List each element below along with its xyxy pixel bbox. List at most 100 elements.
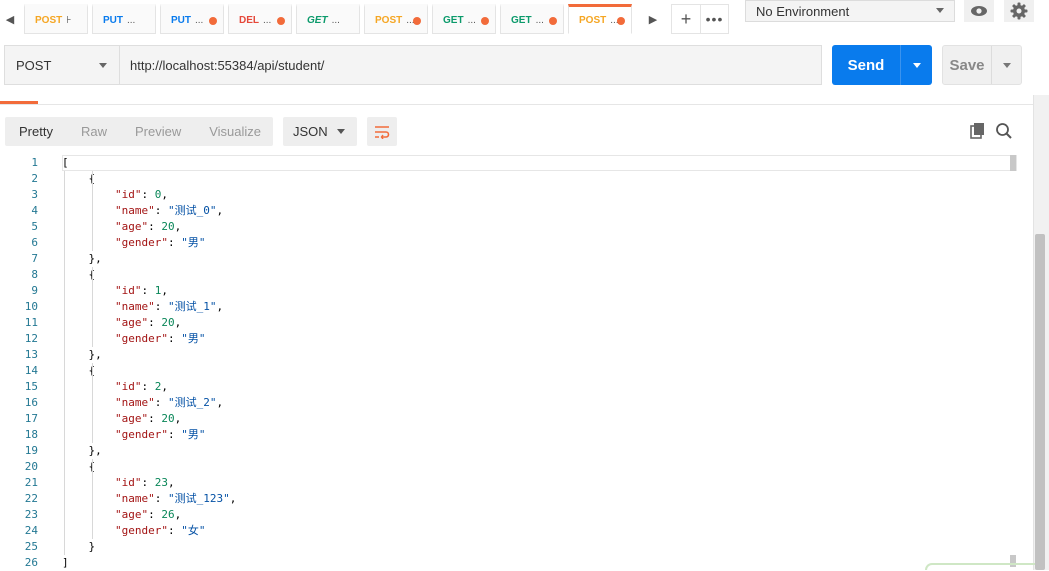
format-select[interactable]: JSON bbox=[283, 117, 357, 146]
json-number: 20 bbox=[161, 412, 175, 425]
save-button[interactable]: Save bbox=[942, 45, 1022, 85]
request-tab[interactable]: PUT... bbox=[160, 4, 224, 34]
code-line: "gender": "女" bbox=[62, 523, 1009, 539]
code-line: }, bbox=[62, 347, 1009, 363]
editor-scrollbar-marker bbox=[1010, 155, 1016, 171]
line-number: 24 bbox=[24, 524, 38, 537]
code-line: "age": 20, bbox=[62, 315, 1009, 331]
code-line: { bbox=[62, 171, 1009, 187]
view-tab-preview[interactable]: Preview bbox=[121, 117, 195, 146]
json-key: "id" bbox=[114, 284, 142, 297]
json-punctuation: ] bbox=[62, 556, 69, 569]
eye-icon bbox=[971, 6, 987, 16]
request-tab[interactable]: POST... bbox=[364, 4, 428, 34]
line-number: 10 bbox=[24, 300, 38, 313]
view-tab-raw[interactable]: Raw bbox=[67, 117, 121, 146]
json-punctuation: : bbox=[141, 476, 155, 489]
json-punctuation: } bbox=[62, 540, 96, 553]
indent-guide bbox=[92, 363, 93, 443]
json-punctuation: }, bbox=[62, 348, 102, 361]
json-punctuation bbox=[62, 492, 115, 505]
json-punctuation bbox=[62, 316, 115, 329]
unsaved-changes-dot-icon bbox=[209, 17, 217, 25]
page-scrollbar-thumb[interactable] bbox=[1035, 234, 1045, 570]
more-tabs-icon[interactable]: ••• bbox=[700, 5, 728, 33]
code-line: "age": 26, bbox=[62, 507, 1009, 523]
json-punctuation bbox=[62, 508, 115, 521]
code-line: "name": "测试_2", bbox=[62, 395, 1009, 411]
json-punctuation bbox=[62, 188, 115, 201]
tabs-scroll-left-icon[interactable]: ◀ bbox=[0, 4, 20, 34]
json-key: "id" bbox=[114, 188, 142, 201]
environment-select[interactable]: No Environment bbox=[745, 0, 955, 22]
json-key: "age" bbox=[114, 316, 149, 329]
json-punctuation: , bbox=[174, 412, 182, 425]
method-select[interactable]: POST bbox=[4, 45, 120, 85]
copy-icon[interactable] bbox=[968, 121, 988, 141]
json-punctuation: , bbox=[174, 316, 182, 329]
send-options-button[interactable] bbox=[900, 45, 932, 85]
code-line: "gender": "男" bbox=[62, 331, 1009, 347]
line-number: 25 bbox=[24, 540, 38, 553]
save-label: Save bbox=[949, 56, 985, 74]
line-number: 19 bbox=[24, 444, 38, 457]
new-tab-button[interactable]: + bbox=[672, 5, 700, 33]
request-tab-method: GET bbox=[307, 14, 328, 26]
indent-guide bbox=[92, 267, 93, 347]
json-key: "id" bbox=[114, 476, 142, 489]
json-punctuation: }, bbox=[62, 444, 102, 457]
json-punctuation bbox=[62, 236, 115, 249]
json-key: "age" bbox=[114, 508, 149, 521]
json-punctuation bbox=[62, 220, 115, 233]
json-punctuation: : bbox=[167, 524, 182, 537]
json-punctuation: , bbox=[174, 220, 182, 233]
send-button[interactable]: Send bbox=[832, 45, 932, 85]
line-number: 2 bbox=[31, 172, 38, 185]
environment-quick-look-button[interactable] bbox=[964, 0, 994, 22]
chevron-down-icon bbox=[1002, 62, 1011, 68]
request-tab[interactable]: POST... bbox=[568, 4, 632, 34]
url-input[interactable]: http://localhost:55384/api/student/ bbox=[120, 45, 822, 85]
request-tab[interactable]: POST ⊦ bbox=[24, 4, 88, 34]
code-line: ] bbox=[62, 555, 1009, 571]
json-punctuation: { bbox=[62, 460, 96, 473]
request-tab[interactable]: GET... bbox=[432, 4, 496, 34]
line-number: 1 bbox=[31, 156, 38, 169]
json-string: "女" bbox=[181, 524, 206, 537]
view-tab-pretty[interactable]: Pretty bbox=[5, 117, 67, 146]
request-tab[interactable]: GET... bbox=[500, 4, 564, 34]
json-string: "测试_123" bbox=[167, 492, 230, 505]
line-number: 16 bbox=[24, 396, 38, 409]
request-tab[interactable]: DEL... bbox=[228, 4, 292, 34]
unsaved-changes-dot-icon bbox=[481, 17, 489, 25]
tabs-scroll-right-icon[interactable]: ▶ bbox=[643, 4, 663, 34]
tab-actions: + ••• bbox=[671, 4, 729, 34]
request-tab[interactable]: GET... bbox=[296, 4, 360, 34]
line-number: 17 bbox=[24, 412, 38, 425]
json-punctuation: : bbox=[148, 508, 162, 521]
format-label: JSON bbox=[293, 124, 328, 139]
code-line: }, bbox=[62, 443, 1009, 459]
line-number: 14 bbox=[24, 364, 38, 377]
wrap-lines-button[interactable] bbox=[367, 117, 397, 146]
unsaved-changes-dot-icon bbox=[549, 17, 557, 25]
code-line: [ bbox=[62, 155, 1009, 171]
settings-button[interactable] bbox=[1004, 0, 1034, 22]
json-key: "gender" bbox=[114, 236, 168, 249]
view-tab-visualize[interactable]: Visualize bbox=[195, 117, 275, 146]
indent-guide bbox=[64, 171, 65, 555]
response-body-editor[interactable]: 1 2 3 4 5 6 7 8 9 10 11 12 13 14 15 16 17 18 19 20 21 22 23 24 2… bbox=[0, 155, 1017, 570]
request-tab[interactable]: PUT... bbox=[92, 4, 156, 34]
indent-guide bbox=[92, 171, 93, 251]
request-tab-method: PUT bbox=[171, 14, 191, 26]
line-number: 20 bbox=[24, 460, 38, 473]
json-punctuation: : bbox=[148, 316, 162, 329]
search-icon[interactable] bbox=[994, 121, 1014, 141]
json-punctuation: : bbox=[148, 412, 162, 425]
line-number: 22 bbox=[24, 492, 38, 505]
request-tabs: POST ⊦ PUT... PUT... DEL... GET... POST... GET.… bbox=[24, 4, 636, 34]
line-number: 8 bbox=[31, 268, 38, 281]
request-tab-title: ⊦ bbox=[66, 14, 72, 26]
save-options-button[interactable] bbox=[991, 46, 1021, 84]
gear-icon bbox=[1010, 2, 1028, 20]
